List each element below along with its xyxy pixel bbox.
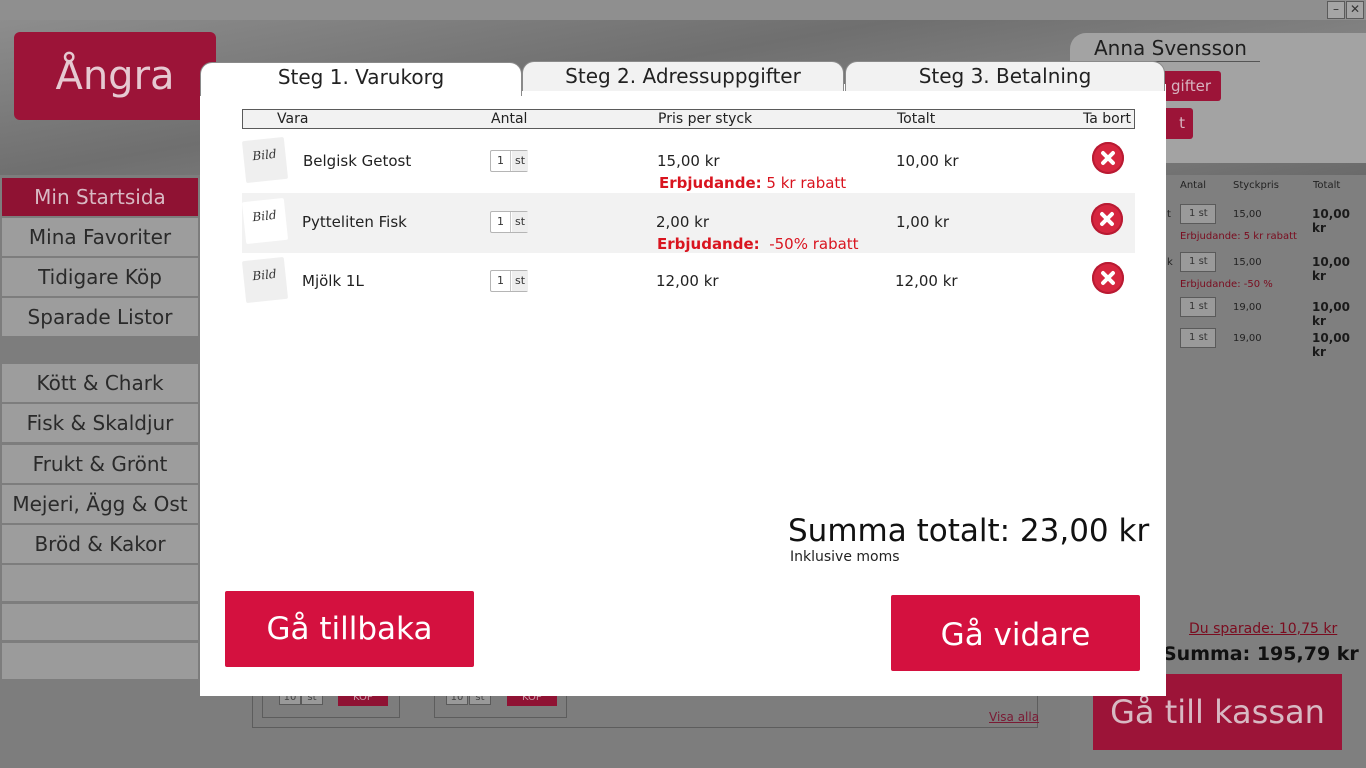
- cart-header-styckpris: Styckpris: [1233, 180, 1279, 191]
- quantity-field[interactable]: 1 st: [490, 270, 528, 292]
- cart-row-total: 10,00 kr: [1312, 300, 1350, 328]
- remove-item-icon[interactable]: [1092, 142, 1124, 174]
- cart-row-total: 10,00 kr: [1312, 331, 1350, 359]
- quantity-field[interactable]: 1 st: [490, 150, 528, 172]
- remove-item-icon[interactable]: [1092, 262, 1124, 294]
- quantity-field[interactable]: 1 st: [490, 211, 528, 233]
- sidebar-item-sparade-listor[interactable]: Sparade Listor: [2, 298, 198, 336]
- close-icon[interactable]: ✕: [1346, 1, 1364, 19]
- table-row: Bild Belgisk Getost 1 st 15,00 kr Erbjud…: [241, 132, 1135, 192]
- sidebar-item-min-startsida[interactable]: Min Startsida: [2, 178, 198, 216]
- column-header-antal: Antal: [491, 111, 528, 127]
- product-image-placeholder: Bild: [241, 197, 289, 245]
- sidebar-category-kott-chark[interactable]: Kött & Chark: [2, 364, 198, 402]
- sidebar-item-empty: [2, 643, 198, 679]
- column-header-ta-bort: Ta bort: [1083, 111, 1131, 127]
- window-titlebar: [0, 0, 1366, 20]
- cart-row-qty[interactable]: 1 st: [1180, 204, 1216, 224]
- cart-row-price: 15,00: [1233, 209, 1262, 220]
- remove-item-icon[interactable]: [1091, 203, 1123, 235]
- cart-row-name: t: [1167, 209, 1171, 220]
- sidebar-category-fisk-skaldjur[interactable]: Fisk & Skaldjur: [2, 404, 198, 442]
- quantity-unit: st: [512, 212, 528, 232]
- cart-row-offer: Erbjudande: 5 kr rabatt: [1180, 231, 1297, 242]
- quantity-unit: st: [512, 271, 528, 291]
- cart-row-qty[interactable]: 1 st: [1180, 328, 1216, 348]
- product-image-placeholder: Bild: [241, 136, 289, 184]
- quantity-unit: st: [512, 151, 528, 171]
- cart-header-totalt: Totalt: [1313, 180, 1341, 191]
- cart-row-qty[interactable]: 1 st: [1180, 252, 1216, 272]
- tab-adressuppgifter[interactable]: Steg 2. Adressuppgifter: [522, 61, 844, 91]
- table-row: Bild Pytteliten Fisk 1 st 2,00 kr Erbjud…: [241, 193, 1135, 253]
- product-name: Belgisk Getost: [303, 152, 412, 170]
- sidebar-item-empty: [2, 604, 198, 640]
- cart-row-qty[interactable]: 1 st: [1180, 297, 1216, 317]
- row-total: 12,00 kr: [895, 272, 958, 290]
- cart-row-price: 19,00: [1233, 333, 1262, 344]
- offer-text: Erbjudande: 5 kr rabatt: [659, 174, 847, 192]
- column-header-pris: Pris per styck: [658, 111, 753, 127]
- cart-table-header: Vara Antal Pris per styck Totalt Ta bort: [242, 109, 1135, 129]
- saved-amount: Du sparade: 10,75 kr: [1189, 621, 1338, 637]
- sidebar-item-mina-favoriter[interactable]: Mina Favoriter: [2, 218, 198, 256]
- order-total: Summa totalt: 23,00 kr: [788, 513, 1150, 549]
- cart-row-price: 15,00: [1233, 257, 1262, 268]
- cart-header-antal: Antal: [1180, 180, 1207, 191]
- continue-button[interactable]: Gå vidare: [891, 595, 1140, 671]
- sidebar-category-mejeri[interactable]: Mejeri, Ägg & Ost: [2, 485, 198, 523]
- cart-row-price: 19,00: [1233, 302, 1262, 313]
- cart-row-total: 10,00 kr: [1312, 255, 1350, 283]
- offer-text: Erbjudande: -50% rabatt: [657, 235, 859, 253]
- table-row: Bild Mjölk 1L 1 st 12,00 kr 12,00 kr: [241, 252, 1135, 312]
- row-total: 10,00 kr: [896, 152, 959, 170]
- go-back-button[interactable]: Gå tillbaka: [225, 591, 474, 667]
- row-total: 1,00 kr: [896, 213, 950, 231]
- product-name: Pytteliten Fisk: [302, 213, 407, 231]
- minimize-icon[interactable]: –: [1327, 1, 1345, 19]
- sidebar-item-empty: [2, 565, 198, 601]
- tab-varukorg[interactable]: Steg 1. Varukorg: [200, 62, 522, 96]
- unit-price: 12,00 kr: [656, 272, 719, 290]
- cart-row-offer: Erbjudande: -50 %: [1180, 279, 1273, 290]
- vat-note: Inklusive moms: [790, 549, 900, 565]
- quantity-value[interactable]: 1: [491, 212, 511, 232]
- sidebar-category-frukt-gront[interactable]: Frukt & Grönt: [2, 445, 198, 483]
- unit-price: 15,00 kr: [657, 152, 720, 170]
- user-name: Anna Svensson: [1094, 36, 1247, 60]
- cart-sum: Summa: 195,79 kr: [1163, 643, 1359, 665]
- show-all-link[interactable]: Visa alla: [989, 710, 1039, 724]
- cart-row-name: k: [1167, 257, 1173, 268]
- column-header-vara: Vara: [277, 111, 309, 127]
- column-header-totalt: Totalt: [897, 111, 936, 127]
- sidebar-item-tidigare-kop[interactable]: Tidigare Köp: [2, 258, 198, 296]
- quantity-value[interactable]: 1: [491, 271, 511, 291]
- sidebar: Min Startsida Mina Favoriter Tidigare Kö…: [2, 178, 198, 682]
- undo-button[interactable]: Ångra: [14, 32, 216, 120]
- sidebar-category-brod-kakor[interactable]: Bröd & Kakor: [2, 525, 198, 563]
- product-name: Mjölk 1L: [302, 272, 364, 290]
- unit-price: 2,00 kr: [656, 213, 710, 231]
- product-image-placeholder: Bild: [241, 256, 289, 304]
- quantity-value[interactable]: 1: [491, 151, 511, 171]
- cart-row-total: 10,00 kr: [1312, 207, 1350, 235]
- tab-betalning[interactable]: Steg 3. Betalning: [845, 61, 1165, 91]
